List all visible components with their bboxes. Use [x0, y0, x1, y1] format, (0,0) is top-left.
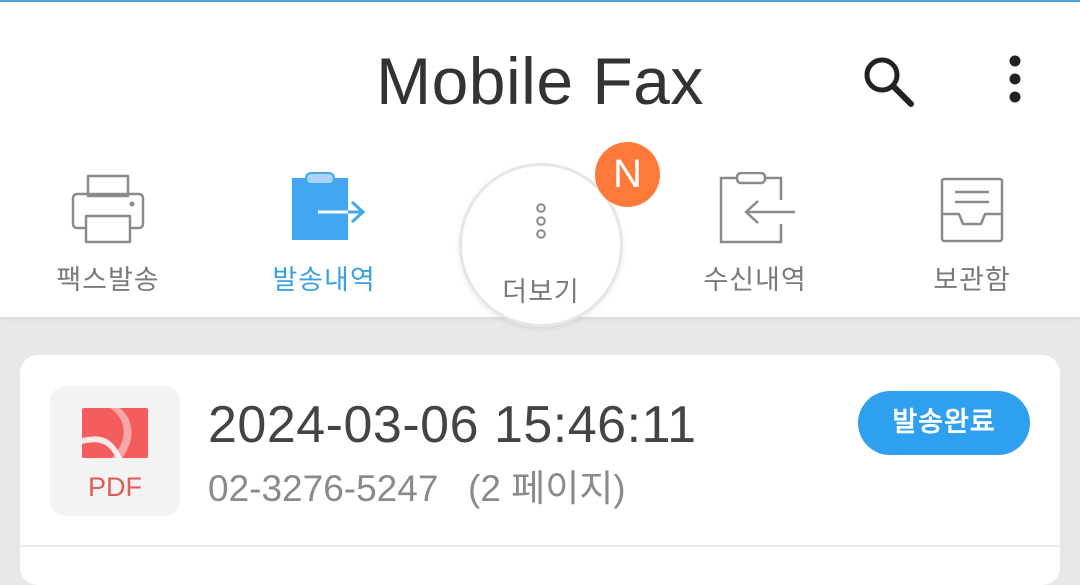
nav-sent-history-label: 발송내역 [272, 265, 376, 296]
received-clipboard-icon [719, 172, 795, 244]
sent-clipboard-icon [292, 172, 366, 240]
nav-sent-history[interactable]: 발송내역 [249, 172, 399, 302]
nav-send-fax[interactable]: 팩스발송 [33, 172, 183, 302]
fax-page-count: (2 페이지) [468, 468, 626, 509]
archive-tray-icon [940, 177, 1004, 243]
app-title: Mobile Fax [376, 44, 704, 118]
fax-list-item[interactable]: PDF 2024-03-06 15:46:11 02-3276-5247 (2 … [20, 355, 1060, 585]
list-divider [20, 545, 1060, 547]
fax-datetime: 2024-03-06 15:46:11 [208, 396, 697, 454]
pdf-file-icon [82, 408, 148, 458]
pdf-label: PDF [88, 472, 142, 502]
fax-number: 02-3276-5247 [208, 468, 439, 509]
search-button[interactable] [858, 52, 918, 112]
search-icon [864, 57, 914, 107]
more-dots-icon [536, 203, 546, 239]
more-vertical-icon [1009, 55, 1021, 103]
nav-send-fax-label: 팩스발송 [56, 265, 160, 296]
overflow-menu-button[interactable] [995, 52, 1035, 112]
pdf-thumbnail[interactable]: PDF [50, 386, 180, 516]
nav-received-history-label: 수신내역 [703, 265, 807, 296]
nav-received-history[interactable]: 수신내역 [680, 172, 830, 302]
nav-archive-label: 보관함 [933, 265, 1011, 296]
printer-icon [71, 174, 145, 244]
status-badge: 발송완료 [858, 391, 1030, 455]
nav-archive[interactable]: 보관함 [897, 172, 1047, 302]
nav-more-label: 더보기 [502, 277, 580, 308]
new-badge: N [595, 142, 660, 207]
